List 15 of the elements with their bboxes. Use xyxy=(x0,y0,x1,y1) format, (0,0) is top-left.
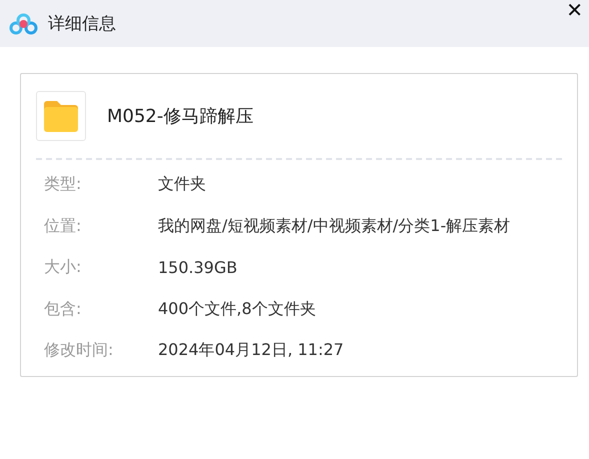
field-value: 2024年04月12日, 11:27 xyxy=(158,340,344,362)
field-label: 位置: xyxy=(44,216,82,237)
field-value: 400个文件,8个文件夹 xyxy=(158,298,316,320)
field-label: 大小: xyxy=(44,257,82,278)
field-value: 文件夹 xyxy=(158,174,206,196)
close-button[interactable]: ✕ xyxy=(562,0,587,22)
field-value: 150.39GB xyxy=(158,258,238,278)
folder-icon xyxy=(36,91,86,141)
window-title: 详细信息 xyxy=(48,13,116,35)
cloud-logo-icon xyxy=(9,12,38,34)
field-label: 修改时间: xyxy=(44,340,114,362)
field-label: 类型: xyxy=(44,174,82,196)
field-value: 我的网盘/短视频素材/中视频素材/分类1-解压素材 xyxy=(158,216,510,237)
field-label: 包含: xyxy=(44,298,82,320)
file-name: M052-修马蹄解压 xyxy=(107,105,254,128)
